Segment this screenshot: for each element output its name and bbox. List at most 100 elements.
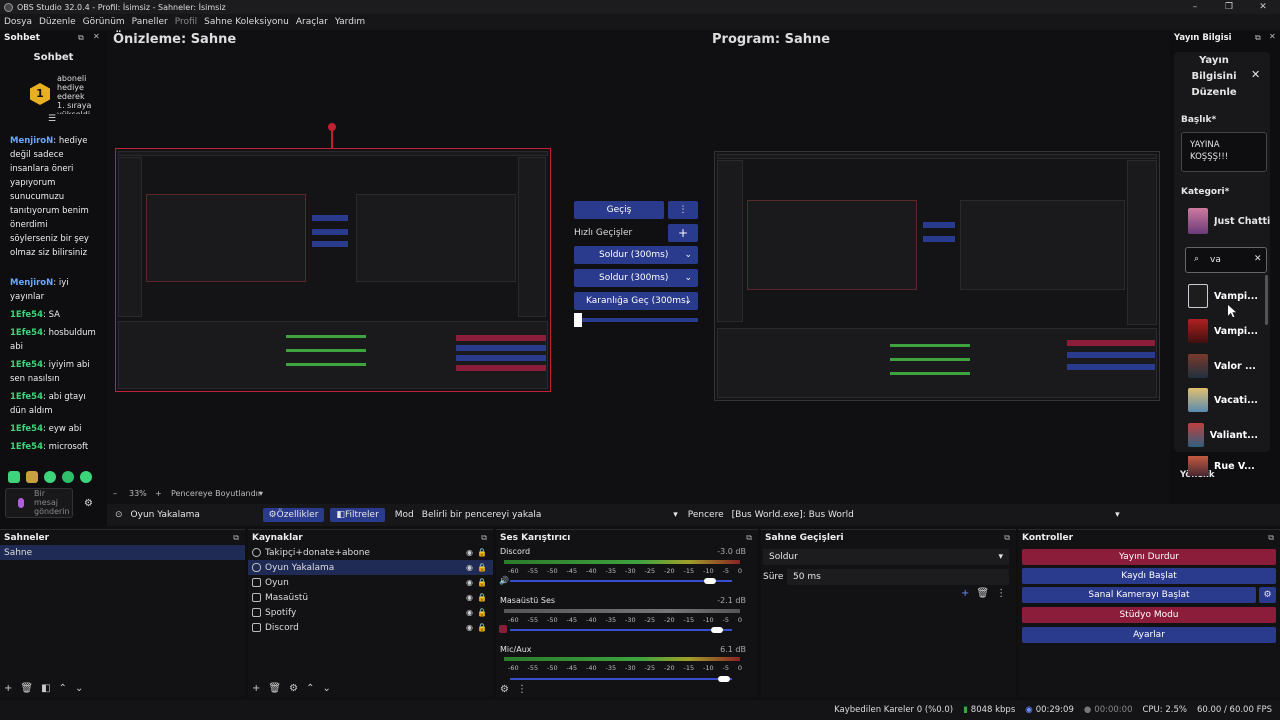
quick-transition-item[interactable]: Karanlığa Geç (300ms) ⌄: [574, 292, 698, 310]
dock-menu-icon[interactable]: ⧉: [233, 533, 239, 543]
studio-mode-button[interactable]: Stüdyo Modu: [1022, 607, 1276, 623]
title-input[interactable]: YAYINA KOŞŞŞ!!!: [1181, 132, 1267, 172]
move-down-icon[interactable]: ⌄: [322, 683, 330, 694]
zoom-plus-icon[interactable]: +: [155, 489, 162, 498]
close-dialog-icon[interactable]: ✕: [1251, 68, 1260, 81]
transition-slider-handle[interactable]: [574, 313, 582, 327]
bitrate: 8048 kbps: [970, 705, 1016, 715]
results-scrollbar[interactable]: [1265, 275, 1268, 325]
preview-screen[interactable]: [115, 148, 551, 392]
dock-menu-icon[interactable]: ⧉: [481, 533, 487, 543]
category-result[interactable]: Vacati...: [1188, 386, 1258, 414]
trash-icon[interactable]: 🗑: [976, 588, 989, 599]
move-up-icon[interactable]: ⌃: [59, 683, 67, 694]
volume-slider-knob[interactable]: [704, 578, 717, 584]
chat-input[interactable]: Bir mesaj gönderin: [5, 488, 73, 518]
window-select[interactable]: [Bus World.exe]: Bus World ▾: [732, 510, 1124, 520]
menu-icon[interactable]: ⋮: [996, 588, 1006, 599]
properties-button[interactable]: ⚙Özellikler: [262, 508, 325, 522]
transition-type-select[interactable]: Soldur ▾: [763, 549, 1009, 565]
dock-menu-icon[interactable]: ⧉: [746, 533, 752, 543]
gear-icon[interactable]: ⚙: [289, 683, 298, 694]
category-search-input[interactable]: ⌕ va ✕: [1185, 247, 1267, 273]
add-icon[interactable]: +: [252, 683, 260, 694]
add-quick-transition-icon[interactable]: +: [668, 224, 698, 242]
close-dock-icon[interactable]: ✕: [93, 32, 100, 41]
close-dock-icon[interactable]: ✕: [1269, 32, 1276, 41]
gear-icon[interactable]: ⚙: [500, 684, 509, 695]
filters-button[interactable]: ◧Filtreler: [330, 508, 385, 522]
category-result[interactable]: Valiant...: [1188, 421, 1258, 449]
emote-icon[interactable]: [44, 471, 56, 483]
transition-button[interactable]: Geçiş: [574, 201, 664, 219]
scene-item[interactable]: Sahne: [0, 545, 245, 560]
rotation-handle-knob[interactable]: [328, 123, 336, 131]
speaker-icon[interactable]: 🔊: [499, 576, 509, 585]
source-item[interactable]: Takipçi+donate+abone ◉ 🔒: [248, 545, 493, 560]
collapse-icon[interactable]: ☰: [48, 114, 56, 124]
add-icon[interactable]: +: [4, 683, 12, 694]
muted-speaker-icon[interactable]: [499, 625, 507, 633]
menu-tools[interactable]: Araçlar: [296, 17, 328, 27]
volume-slider-knob[interactable]: [711, 627, 724, 633]
stop-streaming-button[interactable]: Yayını Durdur: [1022, 549, 1276, 565]
virtual-camera-settings-icon[interactable]: ⚙: [1259, 587, 1276, 603]
move-up-icon[interactable]: ⌃: [306, 683, 314, 694]
source-item[interactable]: Oyun Yakalama ◉ 🔒: [248, 560, 493, 575]
source-item[interactable]: Masaüstü ◉ 🔒: [248, 590, 493, 605]
menu-file[interactable]: Dosya: [4, 17, 32, 27]
clear-search-icon[interactable]: ✕: [1254, 254, 1262, 264]
transition-menu-icon[interactable]: ⋮: [668, 201, 698, 219]
mode-select[interactable]: Belirli bir pencereyi yakala ▾: [422, 510, 682, 520]
nested-preview: [747, 200, 917, 290]
zoom-minus-icon[interactable]: –: [113, 489, 117, 498]
category-value[interactable]: Just Chattin: [1214, 216, 1270, 227]
quick-transition-item[interactable]: Soldur (300ms) ⌄: [574, 246, 698, 264]
category-result[interactable]: Vampi...: [1188, 282, 1258, 310]
start-virtual-camera-button[interactable]: Sanal Kamerayı Başlat: [1022, 587, 1256, 603]
source-item[interactable]: Spotify ◉ 🔒: [248, 605, 493, 620]
emote-icon[interactable]: [80, 471, 92, 483]
category-result[interactable]: Vampi...: [1188, 317, 1258, 345]
menu-icon[interactable]: ⋮: [517, 684, 527, 695]
menu-view[interactable]: Görünüm: [83, 17, 125, 27]
chat-message: MenjiroN: iyi yayınlar: [10, 278, 69, 302]
float-icon[interactable]: ⧉: [78, 33, 84, 43]
menu-profile[interactable]: Profil: [175, 17, 197, 27]
menu-edit[interactable]: Düzenle: [39, 17, 76, 27]
fit-dropdown-icon[interactable]: ▾: [259, 489, 263, 498]
nested-titlebar: [118, 151, 548, 156]
menu-scene-collection[interactable]: Sahne Koleksiyonu: [204, 17, 289, 27]
dock-menu-icon[interactable]: ⧉: [1004, 533, 1010, 543]
filter-icon[interactable]: ◧: [41, 683, 50, 694]
add-icon[interactable]: +: [961, 588, 969, 599]
close-icon[interactable]: ✕: [1246, 0, 1280, 14]
emote-icon[interactable]: [8, 471, 20, 483]
maximize-icon[interactable]: ❐: [1212, 0, 1246, 14]
dock-menu-icon[interactable]: ⧉: [1268, 533, 1274, 543]
category-result[interactable]: Valor ...: [1188, 352, 1258, 380]
emote-icon[interactable]: [26, 471, 38, 483]
menu-docks[interactable]: Paneller: [132, 17, 168, 27]
quick-transition-item[interactable]: Soldur (300ms) ⌄: [574, 269, 698, 287]
volume-slider[interactable]: [510, 580, 732, 582]
source-item[interactable]: Oyun ◉ 🔒: [248, 575, 493, 590]
move-down-icon[interactable]: ⌄: [75, 683, 83, 694]
minimize-icon[interactable]: –: [1178, 0, 1212, 14]
emote-icon[interactable]: [62, 471, 74, 483]
volume-slider-knob[interactable]: [717, 676, 730, 682]
duration-spinbox[interactable]: 50 ms: [787, 569, 1009, 585]
float-icon[interactable]: ⧉: [1255, 33, 1261, 43]
settings-icon[interactable]: ⚙: [84, 498, 93, 509]
settings-button[interactable]: Ayarlar: [1022, 627, 1276, 643]
transition-slider[interactable]: [574, 318, 698, 322]
trash-icon[interactable]: 🗑: [20, 683, 33, 694]
fit-to-window[interactable]: Pencereye Boyutlandır: [171, 489, 261, 498]
category-result[interactable]: Rue V...: [1188, 456, 1258, 476]
source-item[interactable]: Discord ◉ 🔒: [248, 620, 493, 635]
start-recording-button[interactable]: Kaydı Başlat: [1022, 568, 1276, 584]
volume-slider[interactable]: [510, 678, 732, 680]
trash-icon[interactable]: 🗑: [268, 683, 281, 694]
menu-help[interactable]: Yardım: [335, 17, 365, 27]
volume-slider[interactable]: [510, 629, 732, 631]
